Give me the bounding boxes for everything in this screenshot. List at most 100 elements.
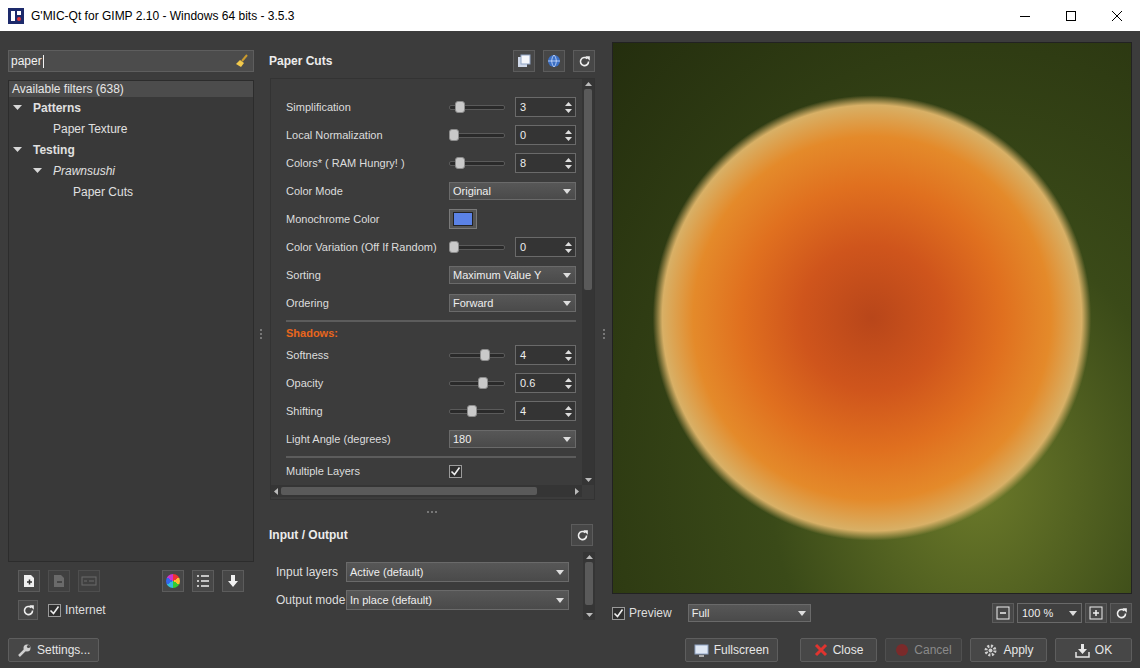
scroll-left-icon[interactable] <box>274 488 278 495</box>
tool-button[interactable] <box>78 570 100 592</box>
filter-title: Paper Cuts <box>269 54 505 68</box>
spin-box[interactable]: 4 <box>515 401 576 421</box>
spin-up-icon[interactable] <box>565 102 572 106</box>
spin-down-icon[interactable] <box>565 413 572 417</box>
spin-box[interactable]: 8 <box>515 153 576 173</box>
spin-box[interactable]: 0 <box>515 237 576 257</box>
dropdown[interactable]: Maximum Value Y <box>449 266 576 284</box>
spin-down-icon[interactable] <box>565 109 572 113</box>
reset-io-button[interactable] <box>571 524 593 546</box>
parameters-frame: Simplification3Local Normalization0Color… <box>270 78 595 500</box>
slider-handle[interactable] <box>478 377 488 389</box>
dropdown[interactable]: In place (default) <box>346 590 569 610</box>
dropdown[interactable]: Original <box>449 182 576 200</box>
spin-down-icon[interactable] <box>565 385 572 389</box>
search-field[interactable]: paper <box>8 50 254 72</box>
scroll-down-icon[interactable] <box>585 478 592 482</box>
scroll-thumb[interactable] <box>585 562 593 605</box>
reset-zoom-button[interactable] <box>1110 603 1132 623</box>
slider[interactable] <box>449 348 505 362</box>
spin-up-icon[interactable] <box>565 406 572 410</box>
spin-up-icon[interactable] <box>565 158 572 162</box>
spin-down-icon[interactable] <box>565 137 572 141</box>
preview-checkbox[interactable] <box>612 607 625 620</box>
tool-button[interactable] <box>192 570 214 592</box>
scroll-thumb[interactable] <box>281 487 537 495</box>
left-splitter[interactable] <box>254 42 268 626</box>
scroll-down-icon[interactable] <box>586 613 593 617</box>
slider-handle[interactable] <box>449 241 459 253</box>
spin-box[interactable]: 4 <box>515 345 576 365</box>
slider-handle[interactable] <box>455 101 465 113</box>
spin-box[interactable]: 3 <box>515 97 576 117</box>
slider[interactable] <box>449 128 505 142</box>
vertical-scrollbar[interactable] <box>583 552 595 620</box>
zoom-out-button[interactable] <box>992 603 1014 623</box>
zoom-in-button[interactable] <box>1085 603 1107 623</box>
tree-item[interactable]: Prawnsushi <box>9 160 253 181</box>
dropdown[interactable]: Forward <box>449 294 576 312</box>
slider-handle[interactable] <box>467 405 477 417</box>
expand-arrow-icon[interactable] <box>33 166 42 175</box>
dialog-button[interactable]: Cancel <box>885 638 962 662</box>
maximize-icon <box>1066 11 1076 21</box>
refresh-filters-button[interactable] <box>18 600 38 620</box>
slider[interactable] <box>449 404 505 418</box>
io-splitter[interactable] <box>268 500 595 524</box>
tool-button[interactable] <box>222 570 244 592</box>
tree-item[interactable]: Paper Texture <box>9 118 253 139</box>
tree-item[interactable]: Testing <box>9 139 253 160</box>
slider[interactable] <box>449 100 505 114</box>
preview-image[interactable] <box>612 42 1132 594</box>
dropdown[interactable]: 180 <box>449 430 576 448</box>
tool-button[interactable] <box>162 570 184 592</box>
internet-checkbox[interactable] <box>48 604 61 617</box>
spin-box[interactable]: 0.6 <box>515 373 576 393</box>
dialog-button[interactable]: OK <box>1055 638 1132 662</box>
slider[interactable] <box>449 376 505 390</box>
color-button[interactable] <box>449 209 477 229</box>
spin-down-icon[interactable] <box>565 165 572 169</box>
dropdown[interactable]: Active (default) <box>346 562 569 582</box>
spin-down-icon[interactable] <box>565 357 572 361</box>
slider-handle[interactable] <box>449 129 459 141</box>
slider[interactable] <box>449 156 505 170</box>
minimize-button[interactable] <box>1002 0 1048 31</box>
expand-arrow-icon[interactable] <box>13 103 22 112</box>
spin-box[interactable]: 0 <box>515 125 576 145</box>
parameter-checkbox[interactable] <box>449 465 462 478</box>
tree-item[interactable]: Paper Cuts <box>9 181 253 202</box>
tool-button[interactable] <box>18 570 40 592</box>
expand-arrow-icon[interactable] <box>13 145 22 154</box>
toggle-view-button[interactable] <box>513 50 535 72</box>
scroll-up-icon[interactable] <box>586 555 593 559</box>
scroll-up-icon[interactable] <box>585 82 592 86</box>
clear-broom-icon[interactable] <box>235 54 249 68</box>
spin-up-icon[interactable] <box>565 378 572 382</box>
dialog-button[interactable]: Apply <box>970 638 1047 662</box>
scroll-thumb[interactable] <box>584 89 592 290</box>
random-parameters-button[interactable] <box>543 50 565 72</box>
close-window-button[interactable] <box>1094 0 1140 31</box>
parameter-row: Softness4 <box>286 341 576 369</box>
preview-mode-dropdown[interactable]: Full <box>688 604 811 622</box>
reset-parameters-button[interactable] <box>573 50 595 72</box>
vertical-scrollbar[interactable] <box>582 79 594 485</box>
spin-up-icon[interactable] <box>565 130 572 134</box>
dialog-button[interactable]: Close <box>800 638 877 662</box>
tree-item[interactable]: Patterns <box>9 97 253 118</box>
spin-up-icon[interactable] <box>565 242 572 246</box>
settings-button[interactable]: Settings... <box>8 638 99 662</box>
spin-down-icon[interactable] <box>565 249 572 253</box>
slider-handle[interactable] <box>455 157 465 169</box>
slider-handle[interactable] <box>480 349 490 361</box>
zoom-field[interactable]: 100 % <box>1017 603 1082 623</box>
maximize-button[interactable] <box>1048 0 1094 31</box>
slider[interactable] <box>449 240 505 254</box>
scroll-right-icon[interactable] <box>575 488 579 495</box>
dialog-button[interactable]: Fullscreen <box>685 638 778 662</box>
horizontal-scrollbar[interactable] <box>271 485 582 497</box>
tool-button[interactable] <box>48 570 70 592</box>
right-splitter[interactable] <box>595 42 612 626</box>
spin-up-icon[interactable] <box>565 350 572 354</box>
